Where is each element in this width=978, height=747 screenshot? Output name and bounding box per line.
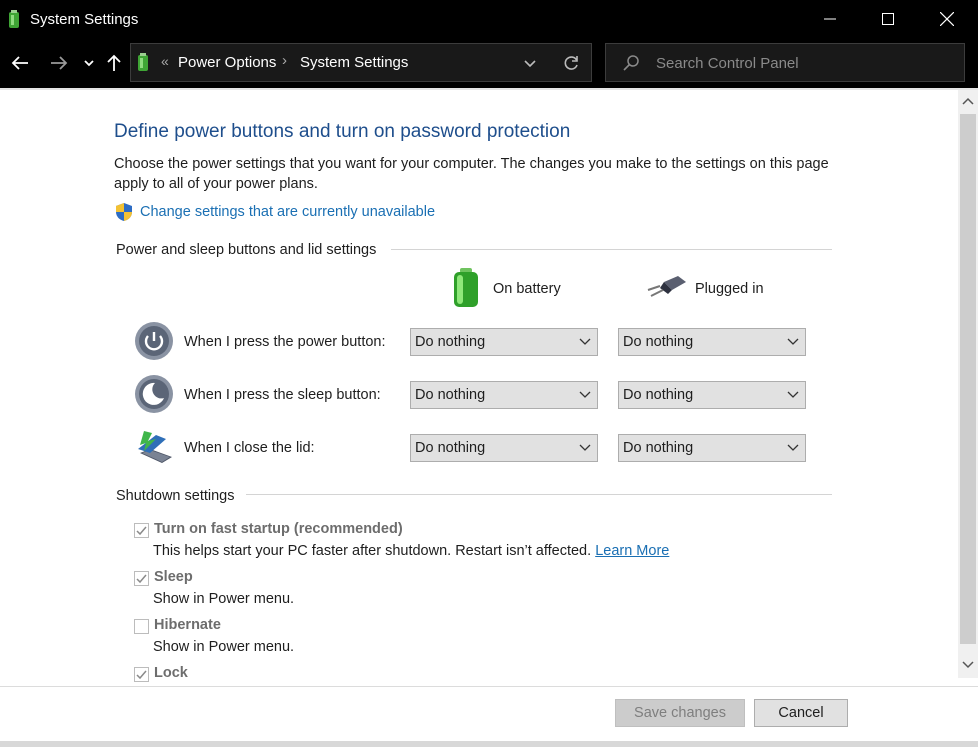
close-lid-plugged-select[interactable]: Do nothing [618,434,806,462]
window-bottom-edge [0,741,978,747]
laptop-lid-icon [138,431,172,463]
address-dropdown-icon[interactable] [523,56,537,70]
chevron-down-icon [579,338,591,345]
power-button-plugged-select[interactable]: Do nothing [618,328,806,356]
close-button[interactable] [918,0,976,38]
section-rule [391,249,832,250]
select-value: Do nothing [415,334,486,350]
lock-label: Lock [154,665,188,681]
fast-startup-desc-text: This helps start your PC faster after sh… [153,543,592,559]
forward-button[interactable] [47,51,71,75]
battery-icon [454,268,478,307]
breadcrumb-separator[interactable]: › [282,52,287,69]
chevron-down-icon [787,338,799,345]
breadcrumb-power-options[interactable]: Power Options [178,54,276,71]
breadcrumb-system-settings[interactable]: System Settings [300,54,408,71]
chevron-down-icon [84,60,94,67]
sleep-button-icon [135,375,173,413]
window-title: System Settings [30,11,139,28]
power-button-battery-select[interactable]: Do nothing [410,328,598,356]
fast-startup-checkbox[interactable] [134,523,149,538]
up-button[interactable] [102,51,126,75]
section-title-shutdown: Shutdown settings [116,488,235,504]
overflow-chevron[interactable]: « [161,53,169,69]
scroll-thumb[interactable] [960,114,976,644]
lock-checkbox[interactable] [134,667,149,682]
arrow-right-icon [51,56,68,70]
section-rule [246,494,832,495]
vertical-scrollbar[interactable] [958,90,978,678]
column-on-battery: On battery [493,281,561,297]
minimize-button[interactable] [801,0,859,38]
power-button-icon [135,322,173,360]
checkmark-icon [136,574,147,584]
scroll-up-arrow-icon[interactable] [962,96,974,106]
uac-shield-icon [116,203,132,221]
checkmark-icon [136,670,147,680]
search-placeholder: Search Control Panel [656,55,799,72]
arrow-up-icon [107,54,121,71]
fast-startup-label: Turn on fast startup (recommended) [154,521,403,537]
row-label-power-button: When I press the power button: [184,334,386,350]
page-heading: Define power buttons and turn on passwor… [114,121,571,142]
sleep-checkbox[interactable] [134,571,149,586]
search-icon [623,55,639,71]
sleep-button-battery-select[interactable]: Do nothing [410,381,598,409]
maximize-button[interactable] [859,0,917,38]
column-plugged-in: Plugged in [695,281,764,297]
row-label-sleep-button: When I press the sleep button: [184,387,381,403]
fast-startup-description: This helps start your PC faster after sh… [153,543,669,559]
back-button[interactable] [8,51,32,75]
title-bar: System Settings [0,0,978,38]
select-value: Do nothing [623,334,694,350]
cancel-button[interactable]: Cancel [754,699,848,727]
scroll-down-arrow-icon[interactable] [962,660,974,670]
chevron-down-icon [787,391,799,398]
power-options-icon [138,53,148,71]
refresh-icon[interactable] [562,54,580,72]
hibernate-label: Hibernate [154,617,221,633]
section-title-power-buttons: Power and sleep buttons and lid settings [116,242,377,258]
power-plug-icon [647,276,686,297]
recent-locations-button[interactable] [77,51,101,75]
sleep-label: Sleep [154,569,193,585]
sleep-description: Show in Power menu. [153,591,295,607]
footer-bar: Save changes Cancel [0,687,978,741]
chevron-down-icon [579,391,591,398]
select-value: Do nothing [415,440,486,456]
chevron-down-icon [787,444,799,451]
close-lid-battery-select[interactable]: Do nothing [410,434,598,462]
hibernate-checkbox[interactable] [134,619,149,634]
sleep-button-plugged-select[interactable]: Do nothing [618,381,806,409]
chevron-down-icon [579,444,591,451]
maximize-icon [882,13,894,25]
main-content: Define power buttons and turn on passwor… [0,90,958,686]
learn-more-link[interactable]: Learn More [595,543,669,559]
row-label-close-lid: When I close the lid: [184,440,315,456]
address-bar[interactable]: « Power Options › System Settings [130,43,592,82]
arrow-left-icon [11,56,28,70]
checkmark-icon [136,526,147,536]
save-changes-button[interactable]: Save changes [615,699,745,727]
search-box[interactable]: Search Control Panel [605,43,965,82]
select-value: Do nothing [623,440,694,456]
power-options-icon [9,10,19,28]
hibernate-description: Show in Power menu. [153,639,295,655]
select-value: Do nothing [623,387,694,403]
close-icon [940,12,954,26]
select-value: Do nothing [415,387,486,403]
minimize-icon [824,18,836,20]
change-settings-link[interactable]: Change settings that are currently unava… [140,204,435,220]
page-description: Choose the power settings that you want … [114,156,829,192]
